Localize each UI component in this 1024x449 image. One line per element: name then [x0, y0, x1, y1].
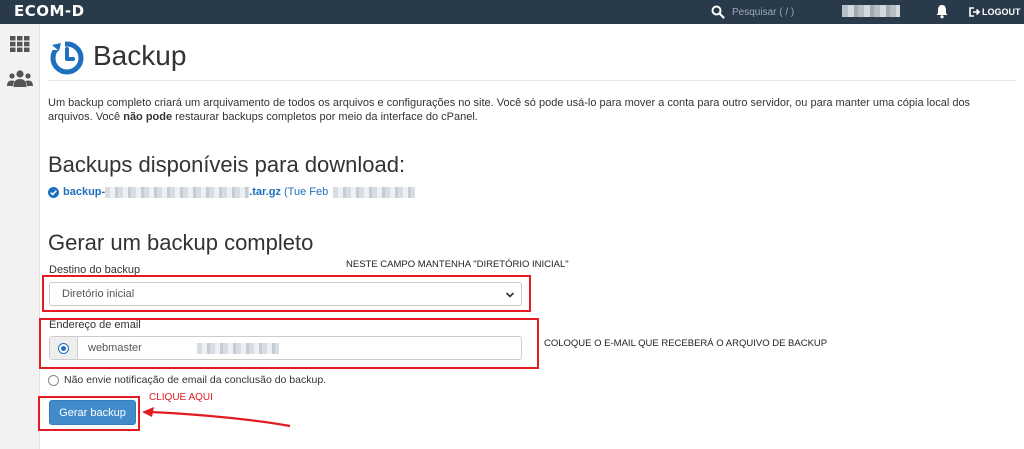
email-note: COLOQUE O E-MAIL QUE RECEBERÁ O ARQUIVO … — [544, 338, 828, 349]
brand-logo[interactable]: ECOM-D — [14, 2, 85, 20]
grid-icon[interactable] — [10, 36, 30, 52]
top-bar: ECOM-D LOGOUT — [0, 0, 1024, 24]
logout-label: LOGOUT — [982, 7, 1021, 17]
backup-file-row: backup- .tar.gz (Tue Feb — [48, 185, 416, 199]
check-circle-icon — [48, 186, 59, 198]
description-emphasis: não pode — [123, 111, 173, 123]
destination-note: NESTE CAMPO MANTENHA "DIRETÓRIO INICIAL" — [346, 259, 569, 270]
redacted-date — [333, 186, 416, 198]
users-icon[interactable] — [7, 70, 33, 88]
search-input[interactable] — [732, 3, 832, 21]
description-text-end: restaurar backups completos por meio da … — [172, 111, 478, 123]
no-email-radio[interactable] — [48, 374, 59, 386]
bell-icon[interactable] — [935, 4, 949, 19]
arrow-icon — [142, 407, 291, 428]
title-divider — [48, 80, 1016, 81]
no-email-option[interactable]: Não envie notificação de email da conclu… — [48, 374, 326, 386]
logout-button[interactable]: LOGOUT — [969, 3, 1021, 21]
page-description: Um backup completo criará um arquivament… — [48, 96, 1016, 124]
button-highlight — [38, 396, 140, 431]
logout-icon — [969, 7, 980, 17]
email-highlight — [39, 318, 539, 369]
search-icon[interactable] — [711, 5, 725, 19]
sidebar — [0, 24, 40, 449]
generate-backup-heading: Gerar um backup completo — [48, 230, 314, 255]
backup-date: (Tue Feb — [283, 186, 329, 198]
backup-icon — [50, 41, 84, 75]
available-backups-heading: Backups disponíveis para download: — [48, 152, 406, 177]
backup-link-prefix: backup- — [63, 186, 106, 198]
destination-highlight — [42, 275, 531, 312]
no-email-label: Não envie notificação de email da conclu… — [64, 374, 327, 386]
user-menu[interactable] — [842, 5, 900, 17]
redacted-filename — [105, 186, 250, 198]
page-title: Backup — [93, 40, 187, 71]
backup-download-link[interactable]: backup- .tar.gz — [63, 186, 281, 198]
backup-link-suffix: .tar.gz — [249, 186, 281, 198]
